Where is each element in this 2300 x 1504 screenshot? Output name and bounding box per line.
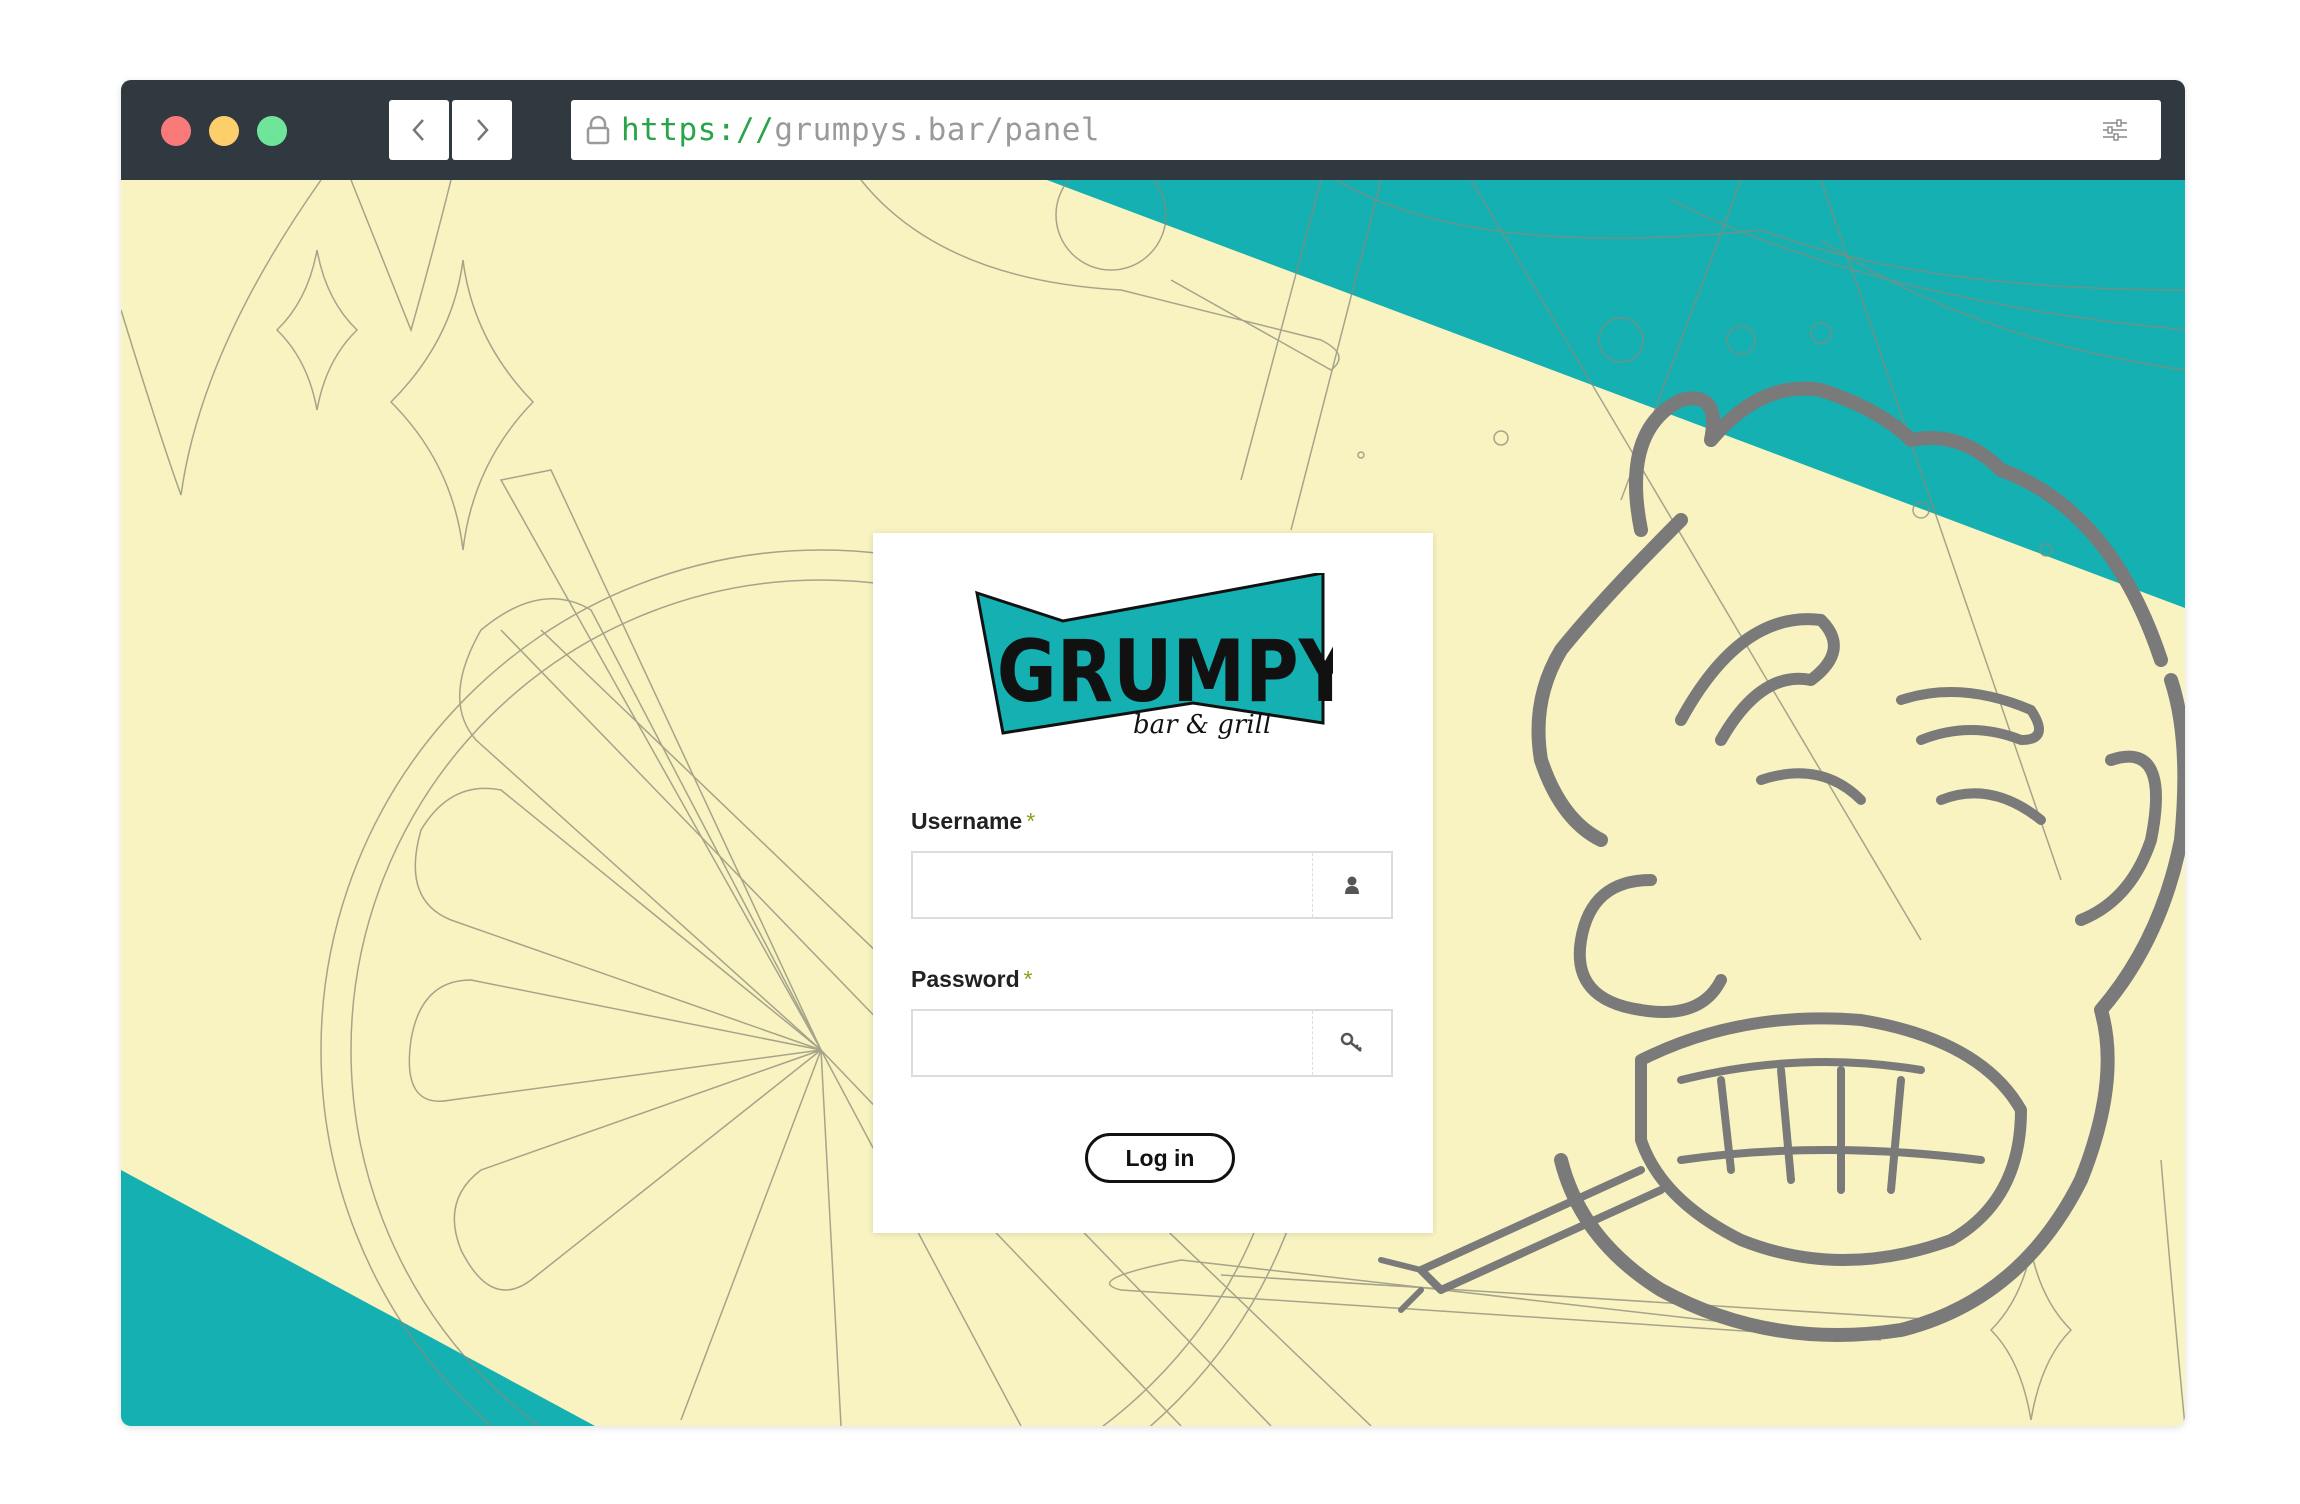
password-addon <box>1312 1011 1391 1075</box>
username-field[interactable] <box>911 851 1393 919</box>
username-addon <box>1312 853 1391 917</box>
password-input[interactable] <box>913 1011 1313 1075</box>
lock-icon <box>585 115 611 145</box>
key-icon <box>1340 1032 1362 1052</box>
username-input[interactable] <box>913 853 1313 917</box>
browser-titlebar: https://grumpys.bar/panel <box>121 80 2185 180</box>
login-button[interactable]: Log in <box>1085 1133 1235 1183</box>
sliders-icon <box>2103 119 2127 141</box>
logo-wordmark: GRUMPY'S <box>997 621 1333 721</box>
password-label: Password * <box>911 966 1033 993</box>
minimize-window-button[interactable] <box>209 116 239 146</box>
address-bar[interactable]: https://grumpys.bar/panel <box>571 100 2161 160</box>
password-label-text: Password <box>911 966 1020 992</box>
maximize-window-button[interactable] <box>257 116 287 146</box>
chevron-right-icon <box>477 119 489 141</box>
url-host: grumpys.bar/panel <box>774 112 1101 148</box>
grumpys-logo: GRUMPY'S bar & grill <box>975 573 1333 740</box>
settings-button[interactable] <box>2085 100 2145 160</box>
username-label-text: Username <box>911 808 1023 834</box>
browser-window: https://grumpys.bar/panel GRUMP bar & gr… <box>121 80 2185 1426</box>
required-marker: * <box>1023 966 1033 992</box>
logo-tagline: bar & grill <box>1133 710 1271 740</box>
page-viewport: GRUMPY'S bar & grill Username* Password* <box>121 180 2185 1426</box>
login-card: GRUMPY'S bar & grill Username* Password* <box>873 533 1433 1233</box>
close-window-button[interactable] <box>161 116 191 146</box>
back-button[interactable] <box>389 100 449 160</box>
chevron-left-icon <box>412 119 424 141</box>
password-field[interactable] <box>911 1009 1393 1077</box>
forward-button[interactable] <box>452 100 512 160</box>
url-scheme: https:// <box>621 112 775 148</box>
required-marker: * <box>1026 808 1036 834</box>
user-icon <box>1345 876 1359 894</box>
username-label: Username * <box>911 808 1035 835</box>
